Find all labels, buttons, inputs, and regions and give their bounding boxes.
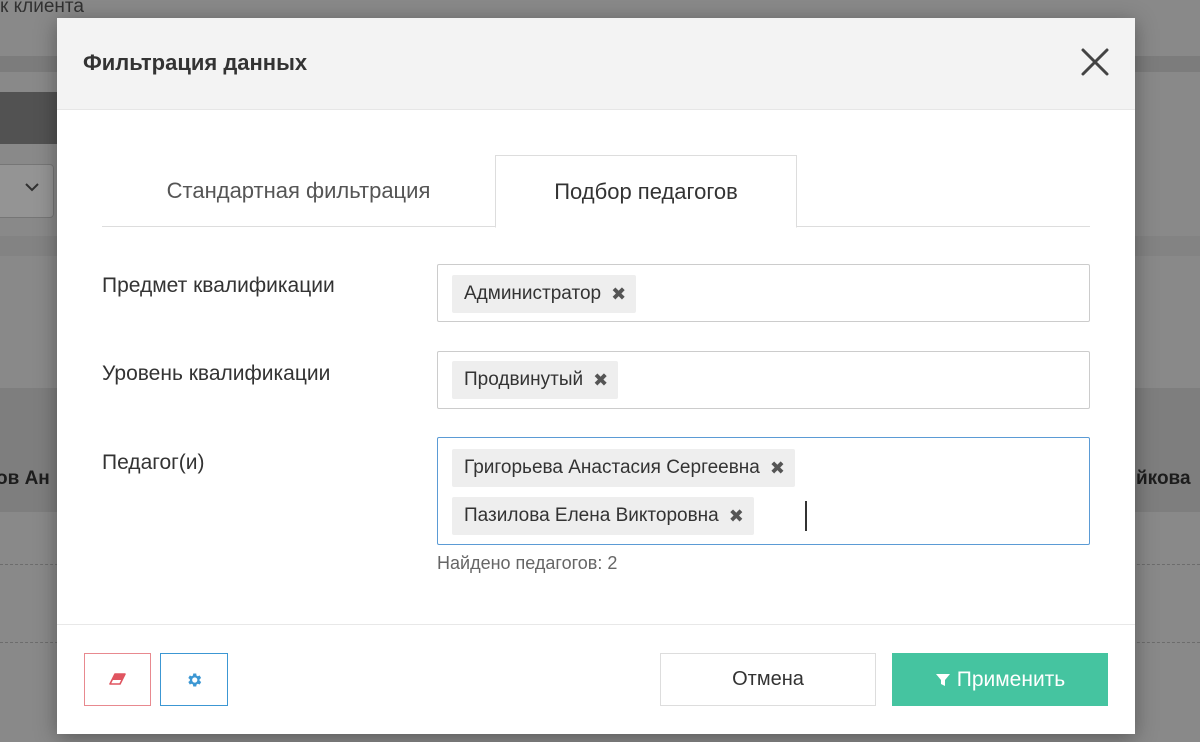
apply-button-label: Применить bbox=[956, 667, 1066, 691]
tag-label: Продвинутый bbox=[464, 369, 584, 390]
teachers-label: Педагог(и) bbox=[102, 451, 205, 474]
modal-header: Фильтрация данных bbox=[57, 18, 1135, 110]
level-multiselect[interactable]: Продвинутый ✖ bbox=[437, 351, 1090, 409]
subject-multiselect[interactable]: Администратор ✖ bbox=[437, 264, 1090, 322]
settings-button[interactable] bbox=[160, 653, 228, 706]
tag-subject: Администратор ✖ bbox=[452, 275, 637, 313]
tag-teacher: Пазилова Елена Викторовна ✖ bbox=[452, 497, 754, 535]
apply-button[interactable]: Применить bbox=[892, 653, 1108, 706]
subject-label: Предмет квалификации bbox=[102, 274, 335, 297]
remove-tag-icon[interactable]: ✖ bbox=[770, 458, 785, 479]
remove-tag-icon[interactable]: ✖ bbox=[729, 506, 744, 527]
tag-label: Пазилова Елена Викторовна bbox=[464, 505, 719, 526]
tag-level: Продвинутый ✖ bbox=[452, 361, 619, 399]
remove-tag-icon[interactable]: ✖ bbox=[593, 370, 608, 391]
tab-standard-filter[interactable]: Стандартная фильтрация bbox=[102, 155, 495, 227]
tag-label: Администратор bbox=[464, 283, 602, 304]
cancel-button[interactable]: Отмена bbox=[660, 653, 876, 706]
text-caret bbox=[805, 501, 807, 531]
clear-filter-button[interactable] bbox=[84, 653, 151, 706]
close-icon[interactable] bbox=[1077, 44, 1113, 80]
modal-title: Фильтрация данных bbox=[83, 50, 308, 75]
tag-label: Григорьева Анастасия Сергеевна bbox=[464, 457, 760, 478]
level-label: Уровень квалификации bbox=[102, 362, 331, 385]
remove-tag-icon[interactable]: ✖ bbox=[611, 284, 626, 305]
filter-modal: Фильтрация данных Стандартная фильтрация… bbox=[57, 18, 1135, 734]
eraser-icon bbox=[108, 672, 126, 685]
filter-icon bbox=[935, 673, 950, 686]
filter-tabs: Стандартная фильтрация Подбор педагогов bbox=[102, 155, 1090, 228]
tag-teacher: Григорьева Анастасия Сергеевна ✖ bbox=[452, 449, 795, 487]
gear-icon bbox=[188, 673, 202, 686]
teachers-multiselect[interactable]: Григорьева Анастасия Сергеевна ✖ Пазилов… bbox=[437, 437, 1090, 545]
teachers-found-count: Найдено педагогов: 2 bbox=[437, 553, 618, 573]
tab-teacher-selection[interactable]: Подбор педагогов bbox=[495, 155, 797, 228]
